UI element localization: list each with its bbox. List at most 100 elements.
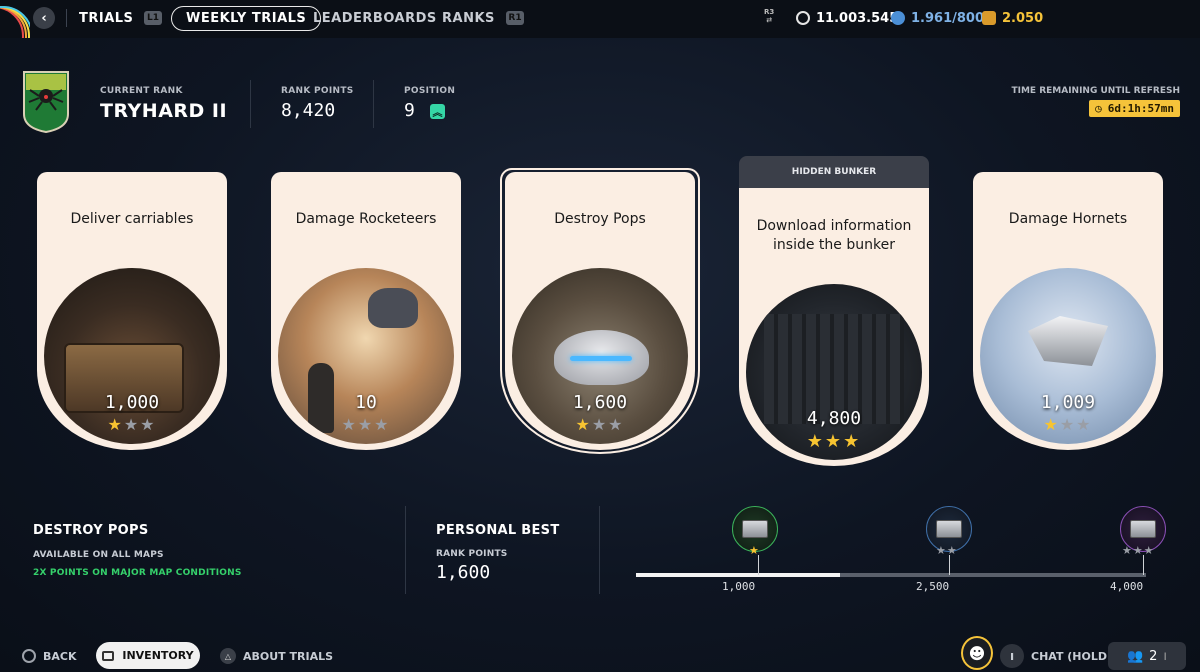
trial-title: Damage Hornets [1008,211,1128,227]
microphone-icon: ı [1000,644,1024,668]
credits-icon [796,11,810,25]
triangle-button-icon: △ [220,648,236,664]
milestone-value: 1,000 [722,580,756,593]
rank-points-value: 8,420 [281,100,336,121]
trial-card-destroy-pops[interactable]: Destroy Pops 1,600 ★★★ [505,172,695,450]
position-up-icon: ︽ [430,104,445,119]
star-filled-icon: ★ [575,415,592,434]
trial-stars: ★★★ [271,415,461,434]
currency-tokens: 1.961/800 [891,0,984,36]
trial-score: 10 [355,392,377,413]
divider [599,506,600,594]
party-icon: 👥 [1126,648,1144,664]
inventory-label: INVENTORY [122,649,194,662]
star-empty-icon: ★ [1122,544,1133,557]
divider [250,80,251,128]
party-button[interactable]: 👥 2 ı [1108,642,1186,670]
back-button[interactable]: BACK [22,643,77,669]
inventory-button[interactable]: INVENTORY [96,642,200,669]
l1-button-icon: L1 [144,11,162,25]
current-rank-label: CURRENT RANK [100,86,183,96]
trial-score: 1,600 [572,392,628,413]
crate-icon [936,520,962,538]
selected-trial-title: DESTROY POPS [33,523,149,538]
trial-card-damage-rocketeers[interactable]: Damage Rocketeers 10 ★★★ [271,172,461,450]
milestone-value: 2,500 [916,580,950,593]
availability-text: AVAILABLE ON ALL MAPS [33,550,164,560]
trial-stars: ★★★ [505,415,695,434]
milestone-marker [949,555,950,575]
star-empty-icon: ★ [591,415,609,434]
crate-icon [1130,520,1156,538]
party-count: 2 [1149,648,1158,664]
star-empty-icon: ★ [341,415,358,434]
star-filled-icon: ★ [806,431,825,452]
star-filled-icon: ★ [824,431,844,452]
star-empty-icon: ★ [374,415,391,434]
refresh-time-value: 6d:1h:57mn [1107,102,1174,115]
touchpad-icon [102,650,115,661]
refresh-timer: ◷ 6d:1h:57mn [1089,100,1180,117]
tab-trials[interactable]: TRIALS [79,0,133,36]
personal-best-value: 1,600 [436,562,491,583]
trial-title: Deliver carriables [70,211,194,227]
tab-weekly-trials[interactable]: WEEKLY TRIALS [171,6,322,31]
r3-button-icon: R3 ⇄ [764,8,775,24]
divider [373,80,374,128]
milestone-marker [1143,555,1144,575]
milestone-value: 4,000 [1110,580,1144,593]
crate-icon [742,520,768,538]
star-filled-icon: ★ [107,415,124,434]
position-value: 9 [404,100,415,121]
trial-card-download-information[interactable]: Download information inside the bunker 4… [739,188,929,466]
star-empty-icon: ★ [608,415,625,434]
milestone-marker [758,555,759,575]
tab-leaderboards[interactable]: LEADERBOARDS [313,0,437,36]
currency-credits: 11.003.545 [796,0,898,36]
tier-stars: ★★★ [1122,544,1155,557]
trial-card-deliver-carriables[interactable]: Deliver carriables 1,000 ★★★ [37,172,227,450]
divider [66,9,67,27]
bonus-text: 2X POINTS ON MAJOR MAP CONDITIONS [33,568,242,578]
trial-card-damage-hornets[interactable]: Damage Hornets 1,009 ★★★ [973,172,1163,450]
tokens-value: 1.961/800 [911,10,985,26]
trial-title: Destroy Pops [554,211,646,227]
circle-button-icon [22,649,36,663]
rank-points-label: RANK POINTS [436,549,508,559]
star-empty-icon: ★ [936,544,947,557]
hidden-bunker-banner: HIDDEN BUNKER [739,156,929,188]
position-label: POSITION [404,86,456,96]
star-empty-icon: ★ [1059,415,1077,434]
trial-title: Download information inside the bunker [756,218,912,253]
star-empty-icon: ★ [140,415,157,434]
personal-best-label: PERSONAL BEST [436,523,560,538]
current-rank-value: TRYHARD II [100,100,228,122]
star-filled-icon: ★ [843,431,862,452]
token-icon [891,11,905,25]
trial-score: 4,800 [806,408,862,429]
chat-label: CHAT (HOLD) [1031,649,1113,663]
r1-button-icon: R1 [506,11,524,25]
pop-light-graphic [570,356,632,361]
back-arrow-icon[interactable]: ‹ [33,7,55,29]
about-label: ABOUT TRIALS [243,649,334,663]
about-trials-button[interactable]: △ ABOUT TRIALS [220,643,333,669]
trial-stars: ★★★ [37,415,227,434]
tab-ranks[interactable]: RANKS [442,0,495,36]
rainbow-decoration [0,0,30,38]
top-bar: ‹ TRIALS L1 WEEKLY TRIALS LEADERBOARDS R… [0,0,1200,38]
divider [405,506,406,594]
star-empty-icon: ★ [1076,415,1093,434]
rocketeer-graphic [368,288,418,328]
player-avatar-icon[interactable]: ☻ [961,636,993,670]
gold-value: 2.050 [1002,10,1044,26]
back-label: BACK [43,649,77,663]
trial-stars: ★★★ [739,431,929,452]
star-empty-icon: ★ [1143,544,1155,557]
trial-score: 1,000 [104,392,160,413]
chat-button[interactable]: ı CHAT (HOLD) [1000,643,1112,669]
rank-badge-icon [23,71,69,134]
rank-points-label: RANK POINTS [281,86,354,96]
clock-icon: ◷ [1095,102,1102,115]
refresh-label: TIME REMAINING UNTIL REFRESH [1011,86,1180,96]
